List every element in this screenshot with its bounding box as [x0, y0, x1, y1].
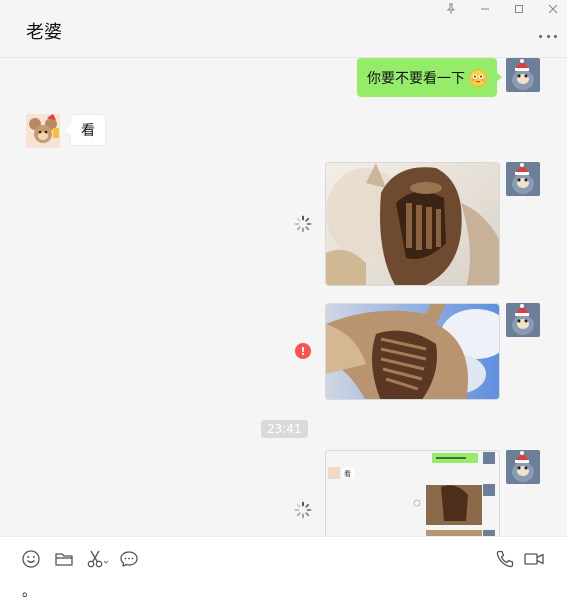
image-content: [326, 304, 499, 399]
contact-text-bubble[interactable]: 看: [65, 114, 106, 146]
timestamp-divider: 23:41: [261, 420, 308, 438]
image-message[interactable]: [325, 303, 500, 400]
my-avatar[interactable]: [506, 450, 540, 484]
chat-title: 老婆: [26, 22, 62, 43]
loading-spinner-icon: [294, 501, 312, 519]
maximize-icon[interactable]: [509, 1, 529, 17]
my-avatar[interactable]: [506, 58, 540, 92]
my-avatar[interactable]: [506, 162, 540, 196]
screenshot-image-message[interactable]: 看: [325, 450, 500, 536]
message-list[interactable]: 你要不要看一下 看 ! 23:41 看: [0, 58, 567, 536]
more-dot: [546, 34, 550, 38]
minimize-icon[interactable]: [475, 1, 495, 17]
chat-history-icon[interactable]: [119, 549, 139, 569]
more-dot: [539, 34, 542, 38]
more-options-button[interactable]: [539, 29, 557, 43]
phone-icon[interactable]: [495, 549, 515, 569]
preview-text: 看: [344, 470, 351, 478]
message-text: 看: [81, 123, 95, 139]
contact-avatar[interactable]: [26, 114, 60, 148]
send-failed-icon[interactable]: !: [295, 343, 311, 359]
my-avatar[interactable]: [506, 303, 540, 337]
pin-icon[interactable]: [441, 1, 461, 17]
emoji-icon[interactable]: [21, 549, 41, 569]
message-input[interactable]: 。: [22, 581, 36, 601]
close-icon[interactable]: [543, 1, 563, 17]
video-call-icon[interactable]: [523, 549, 545, 569]
image-content: 看: [326, 451, 499, 536]
folder-icon[interactable]: [54, 549, 74, 569]
image-message[interactable]: [325, 162, 500, 286]
my-text-bubble[interactable]: 你要不要看一下: [357, 58, 502, 97]
image-content: [326, 163, 499, 285]
more-dot: [554, 34, 557, 38]
message-input-area[interactable]: 。: [0, 536, 567, 608]
flushed-face-icon: [469, 68, 487, 87]
scissors-icon[interactable]: [86, 549, 110, 569]
chat-title-bar: 老婆: [0, 0, 567, 58]
message-text: 你要不要看一下: [367, 70, 465, 87]
loading-spinner-icon: [294, 215, 312, 233]
